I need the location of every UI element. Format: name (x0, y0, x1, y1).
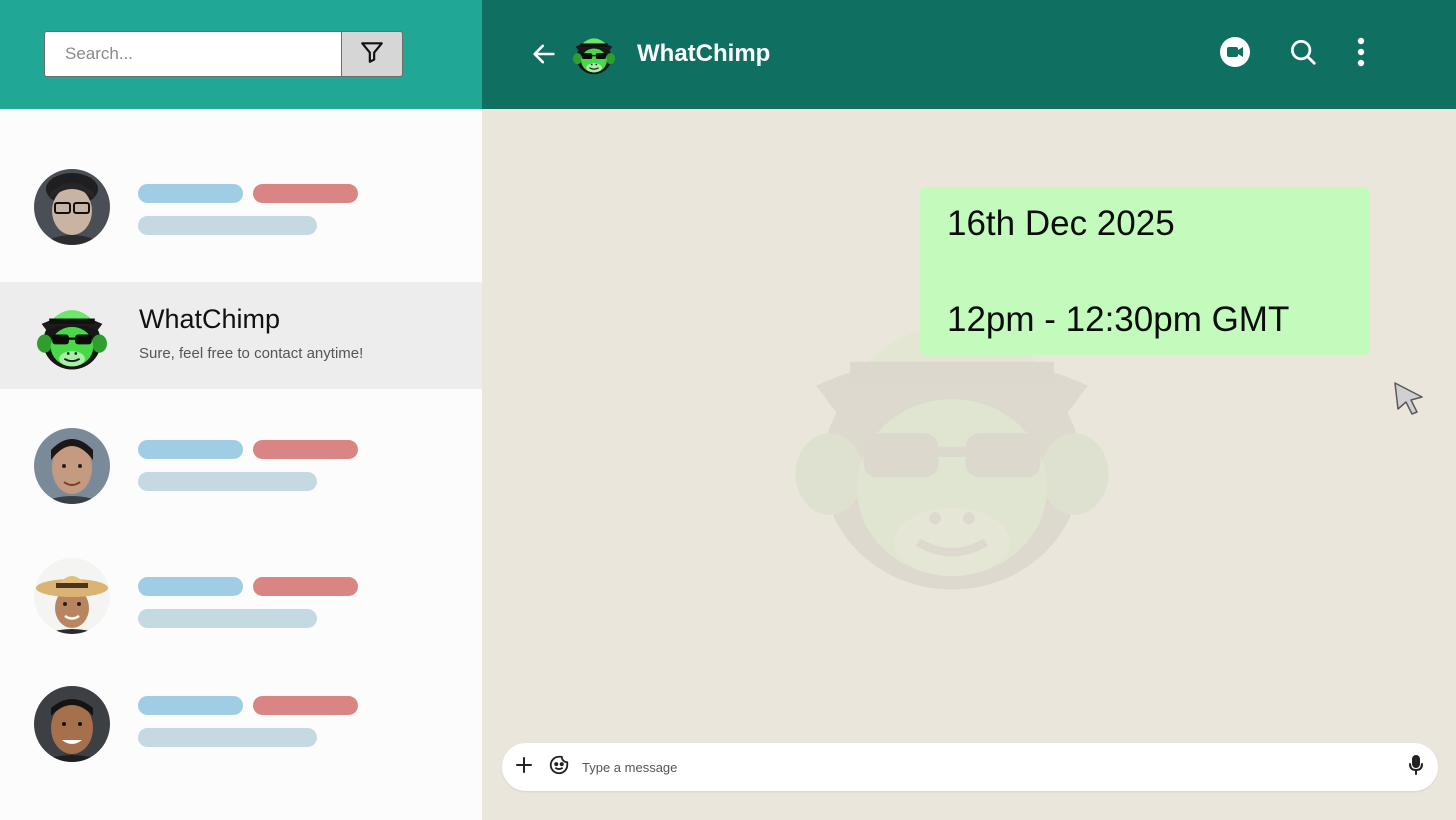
video-call-button[interactable] (1218, 36, 1252, 73)
message-date: 16th Dec 2025 (947, 204, 1175, 243)
video-camera-icon (1219, 36, 1251, 73)
sticker-icon (548, 754, 570, 781)
chat-list-item-whatchimp[interactable]: WhatChimp Sure, feel free to contact any… (0, 282, 482, 389)
name-placeholder-bar (138, 696, 243, 715)
more-vertical-icon (1356, 37, 1366, 72)
message-input[interactable] (582, 743, 1382, 791)
message-time: 12pm - 12:30pm GMT (947, 300, 1290, 339)
preview-placeholder-bar (138, 472, 317, 491)
chat-list-item[interactable] (0, 540, 482, 666)
contact-avatar[interactable] (571, 31, 617, 77)
back-button[interactable] (530, 40, 558, 68)
preview-placeholder-bar (138, 216, 317, 235)
avatar (34, 686, 110, 762)
plus-icon (515, 756, 533, 779)
chat-list-item[interactable] (0, 666, 482, 786)
name-placeholder-bar (138, 184, 243, 203)
conversation-panel: WhatChimp 16th Dec 2025 12pm - 12:30pm G… (482, 0, 1456, 820)
conversation-header: WhatChimp (482, 0, 1456, 109)
search-messages-button[interactable] (1286, 37, 1320, 71)
avatar (34, 558, 110, 634)
preview-placeholder-bar (138, 609, 317, 628)
chat-list-item[interactable] (0, 400, 482, 530)
contact-title[interactable]: WhatChimp (637, 40, 770, 68)
tag-placeholder-bar (253, 440, 358, 459)
voice-message-button[interactable] (1404, 754, 1428, 780)
chat-list-item[interactable] (0, 138, 482, 278)
search-input[interactable] (45, 32, 342, 76)
whatchimp-avatar (34, 298, 110, 374)
search-box[interactable] (44, 31, 342, 77)
name-placeholder-bar (138, 577, 243, 596)
avatar (34, 169, 110, 245)
contact-name: WhatChimp (139, 304, 281, 334)
outgoing-message-bubble[interactable]: 16th Dec 2025 12pm - 12:30pm GMT (920, 187, 1370, 355)
name-placeholder-bar (138, 440, 243, 459)
last-message-preview: Sure, feel free to contact anytime! (139, 345, 364, 362)
filter-button[interactable] (341, 31, 403, 77)
tag-placeholder-bar (253, 184, 358, 203)
more-options-button[interactable] (1344, 37, 1378, 71)
avatar (34, 428, 110, 504)
message-composer (502, 743, 1438, 791)
tag-placeholder-bar (253, 577, 358, 596)
microphone-icon (1407, 754, 1425, 780)
sticker-button[interactable] (547, 755, 571, 779)
preview-placeholder-bar (138, 728, 317, 747)
attach-button[interactable] (512, 755, 536, 779)
filter-icon (359, 39, 385, 70)
mouse-cursor-icon (1392, 380, 1426, 421)
tag-placeholder-bar (253, 696, 358, 715)
chat-list-header (0, 0, 482, 109)
arrow-left-icon (530, 44, 558, 72)
chat-list-panel: WhatChimp Sure, feel free to contact any… (0, 0, 482, 820)
search-icon (1288, 37, 1318, 72)
